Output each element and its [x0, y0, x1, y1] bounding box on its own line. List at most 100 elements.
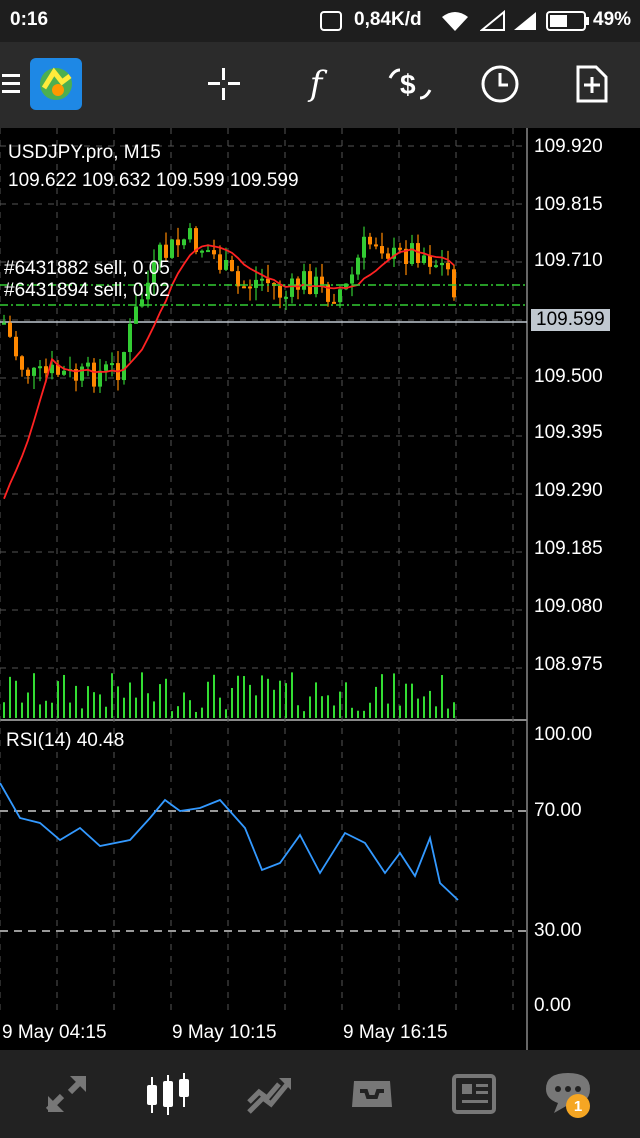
data-saver-icon — [320, 11, 342, 31]
candle-body — [92, 362, 96, 387]
rsi-tick: 100.00 — [534, 724, 593, 745]
nav-messages[interactable]: 1 — [540, 1068, 596, 1120]
symbol-label: USDJPY.pro, M15 — [8, 142, 161, 163]
candle-body — [386, 253, 390, 259]
menu-button[interactable] — [0, 60, 24, 108]
candle-body — [86, 362, 90, 367]
candle-body — [236, 271, 240, 287]
indicators-button[interactable]: f — [292, 60, 340, 108]
candle-body — [218, 254, 222, 270]
add-object-button[interactable] — [568, 60, 616, 108]
candle-body — [308, 271, 312, 295]
rsi-tick: 70.00 — [534, 800, 582, 821]
candle-body — [302, 271, 306, 290]
add-object-icon — [576, 65, 608, 103]
net-speed: 0,84K/d — [354, 9, 422, 30]
candle-body — [8, 322, 12, 337]
candle-body — [170, 239, 174, 258]
candle-body — [14, 336, 18, 357]
current-price-label: 109.599 — [531, 309, 610, 331]
candle-body — [380, 246, 384, 254]
chart-icon — [147, 1073, 189, 1115]
rsi-line — [0, 782, 459, 901]
candle-body — [242, 286, 246, 289]
price-tick: 108.975 — [534, 654, 603, 675]
nav-quotes[interactable] — [38, 1068, 94, 1120]
candle-body — [440, 262, 444, 266]
candle-body — [254, 279, 258, 288]
svg-text:$: $ — [400, 69, 416, 100]
timeframe-icon — [481, 65, 519, 103]
candle-body — [206, 250, 210, 253]
nav-news[interactable] — [446, 1068, 502, 1120]
candle-body — [62, 370, 66, 375]
signal-icon-1 — [480, 10, 505, 31]
app-logo-button[interactable] — [30, 58, 82, 110]
price-tick: 109.080 — [534, 596, 603, 617]
candle-body — [422, 255, 426, 263]
candle-body — [290, 278, 294, 297]
rsi-label: RSI(14) 40.48 — [6, 730, 125, 751]
candle-body — [134, 306, 138, 324]
timeframe-button[interactable] — [476, 60, 524, 108]
candle-body — [176, 239, 180, 246]
price-tick: 109.920 — [534, 136, 603, 157]
candle-body — [398, 247, 402, 250]
candle-body — [332, 301, 336, 304]
candle-body — [248, 286, 252, 289]
candle-body — [296, 278, 300, 290]
candle-body — [182, 239, 186, 246]
candle-body — [98, 370, 102, 387]
status-time: 0:16 — [10, 9, 49, 30]
time-tick: 9 May 16:15 — [343, 1022, 448, 1043]
candle-body — [212, 250, 216, 255]
candle-body — [164, 244, 168, 258]
candle-body — [26, 369, 30, 376]
menu-icon — [2, 74, 20, 93]
order-label-2[interactable]: #6431894 sell, 0.02 — [4, 280, 170, 302]
price-tick: 109.290 — [534, 480, 603, 501]
nav-chart[interactable] — [140, 1068, 196, 1120]
candle-body — [122, 352, 126, 381]
signal-icon-2 — [514, 12, 536, 30]
rsi-tick: 30.00 — [534, 920, 582, 941]
trade-button[interactable]: $ — [386, 60, 434, 108]
quotes-icon — [45, 1075, 87, 1113]
price-tick: 109.395 — [534, 422, 603, 443]
candle-body — [2, 322, 6, 325]
news-icon — [452, 1074, 496, 1114]
candle-body — [200, 250, 204, 253]
order-label-1[interactable]: #6431882 sell, 0.05 — [4, 258, 170, 280]
candle-body — [128, 323, 132, 353]
price-tick: 109.710 — [534, 250, 603, 271]
nav-history[interactable] — [344, 1068, 400, 1120]
trade-icon: $ — [388, 68, 432, 100]
app-logo-icon — [30, 58, 82, 110]
candle-body — [20, 356, 24, 370]
candle-body — [284, 296, 288, 299]
candle-body — [356, 257, 360, 275]
crosshair-icon — [208, 68, 240, 100]
chart-area[interactable]: USDJPY.pro, M15 109.622 109.632 109.599 … — [0, 128, 640, 1050]
candle-body — [224, 260, 228, 270]
candle-body — [428, 255, 432, 267]
candle-body — [188, 228, 192, 240]
nav-trade[interactable] — [242, 1068, 298, 1120]
ohlc-label: 109.622 109.632 109.599 109.599 — [8, 170, 299, 191]
history-icon — [352, 1081, 392, 1107]
price-tick: 109.815 — [534, 194, 603, 215]
candle-body — [110, 363, 114, 366]
time-tick: 9 May 04:15 — [2, 1022, 107, 1043]
candle-body — [350, 274, 354, 284]
status-bar: 0:16 0,84K/d 49% — [0, 0, 640, 42]
trade-nav-icon — [247, 1078, 291, 1114]
indicators-icon: f — [309, 64, 323, 104]
candle-body — [260, 278, 264, 281]
rsi-tick: 0.00 — [534, 995, 571, 1016]
candle-body — [362, 236, 366, 258]
crosshair-button[interactable] — [200, 60, 248, 108]
candle-body — [320, 276, 324, 285]
candle-body — [338, 289, 342, 303]
candle-body — [434, 265, 438, 268]
candle-body — [452, 269, 456, 298]
